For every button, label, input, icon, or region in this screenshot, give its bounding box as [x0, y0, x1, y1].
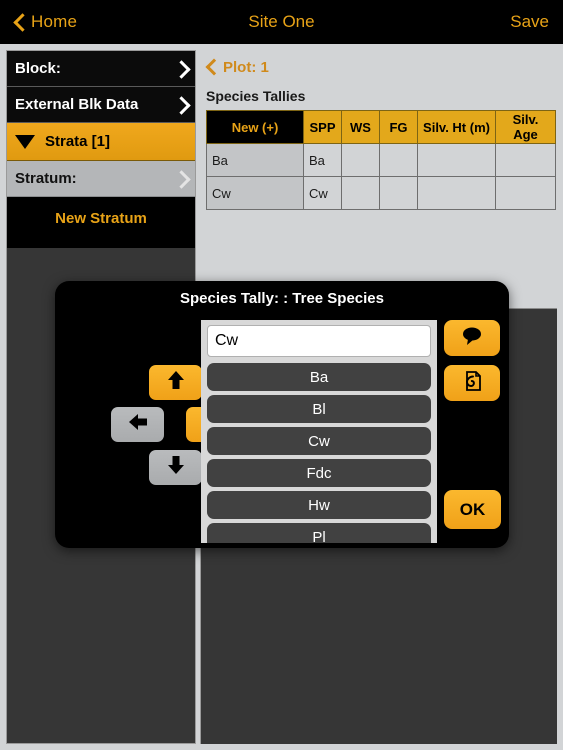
cell-ws[interactable] — [341, 143, 380, 177]
cell-fg[interactable] — [379, 176, 418, 210]
document-attachment-icon — [460, 369, 484, 398]
dpad-left-button[interactable] — [111, 407, 164, 442]
sidebar-item-block-label: Block: — [15, 60, 61, 77]
dialog-title: Species Tally: : Tree Species — [180, 290, 384, 307]
species-input[interactable] — [207, 325, 431, 357]
species-tallies-table: New (+) SPP WS FG Silv. Ht (m) Silv. Age… — [206, 110, 556, 210]
sidebar-item-block[interactable]: Block: — [7, 51, 195, 87]
cell-silv-age[interactable] — [495, 176, 556, 210]
table-row[interactable]: Cw Cw — [206, 176, 556, 210]
plot-breadcrumb[interactable]: Plot: 1 — [200, 50, 557, 80]
plot-label: Plot: 1 — [223, 58, 269, 76]
new-stratum-button[interactable]: New Stratum — [7, 197, 195, 239]
cell-new[interactable]: Cw — [206, 176, 304, 210]
top-navigation-bar: Home Site One Save — [0, 0, 563, 44]
chevron-right-icon — [175, 95, 187, 115]
plot-back-chevron-icon — [206, 58, 217, 76]
cell-spp[interactable]: Cw — [303, 176, 342, 210]
back-button[interactable]: Home — [14, 12, 77, 32]
sidebar-item-stratum[interactable]: Stratum: — [7, 161, 195, 197]
sidebar-item-external-blk-data-label: External Blk Data — [15, 96, 139, 113]
chevron-right-icon — [175, 169, 187, 189]
attachment-button[interactable] — [444, 365, 500, 401]
sidebar-item-strata[interactable]: Strata [1] — [7, 123, 195, 161]
cell-ws[interactable] — [341, 176, 380, 210]
table-header-fg: FG — [379, 110, 418, 144]
list-item[interactable]: Cw — [207, 427, 431, 455]
save-button[interactable]: Save — [510, 12, 549, 32]
list-item[interactable]: Fdc — [207, 459, 431, 487]
arrow-left-icon — [127, 412, 149, 437]
table-header-spp: SPP — [303, 110, 342, 144]
list-item[interactable]: Pl — [207, 523, 431, 543]
list-item[interactable]: Bl — [207, 395, 431, 423]
back-button-label: Home — [31, 12, 78, 31]
arrow-down-icon — [166, 454, 186, 481]
speech-bubble-icon — [460, 325, 484, 352]
sidebar-item-strata-label: Strata [1] — [45, 133, 111, 150]
page-title: Site One — [248, 12, 315, 31]
list-item[interactable]: Hw — [207, 491, 431, 519]
back-chevron-icon — [14, 13, 25, 32]
cell-spp[interactable]: Ba — [303, 143, 342, 177]
species-list[interactable]: Ba Bl Cw Fdc Hw Pl — [207, 363, 431, 543]
list-item[interactable]: Ba — [207, 363, 431, 391]
cell-new[interactable]: Ba — [206, 143, 304, 177]
comment-button[interactable] — [444, 320, 500, 356]
page-body: Block: External Blk Data Strata [1] Stra… — [0, 44, 563, 750]
cell-fg[interactable] — [379, 143, 418, 177]
table-header-silv-ht: Silv. Ht (m) — [417, 110, 496, 144]
dialog-side-buttons — [444, 320, 501, 410]
sidebar-item-external-blk-data[interactable]: External Blk Data — [7, 87, 195, 123]
dpad-up-button[interactable] — [149, 365, 202, 400]
table-row[interactable]: Ba Ba — [206, 143, 556, 177]
sidebar-item-stratum-label: Stratum: — [15, 170, 77, 187]
cell-silv-ht[interactable] — [417, 143, 496, 177]
cell-silv-age[interactable] — [495, 143, 556, 177]
species-picker: Ba Bl Cw Fdc Hw Pl — [201, 320, 437, 543]
table-header-new[interactable]: New (+) — [206, 110, 304, 144]
cell-silv-ht[interactable] — [417, 176, 496, 210]
ok-button[interactable]: OK — [444, 490, 501, 529]
table-header-ws: WS — [341, 110, 380, 144]
table-header-silv-age: Silv. Age — [495, 110, 556, 144]
chevron-right-icon — [175, 59, 187, 79]
arrow-up-icon — [166, 369, 186, 396]
triangle-down-icon — [15, 134, 35, 149]
table-header-row: New (+) SPP WS FG Silv. Ht (m) Silv. Age — [206, 110, 556, 144]
dpad-down-button[interactable] — [149, 450, 202, 485]
species-tallies-title: Species Tallies — [206, 88, 306, 104]
species-tally-dialog: Species Tally: : Tree Species Cw Ba Bl C… — [55, 281, 509, 548]
